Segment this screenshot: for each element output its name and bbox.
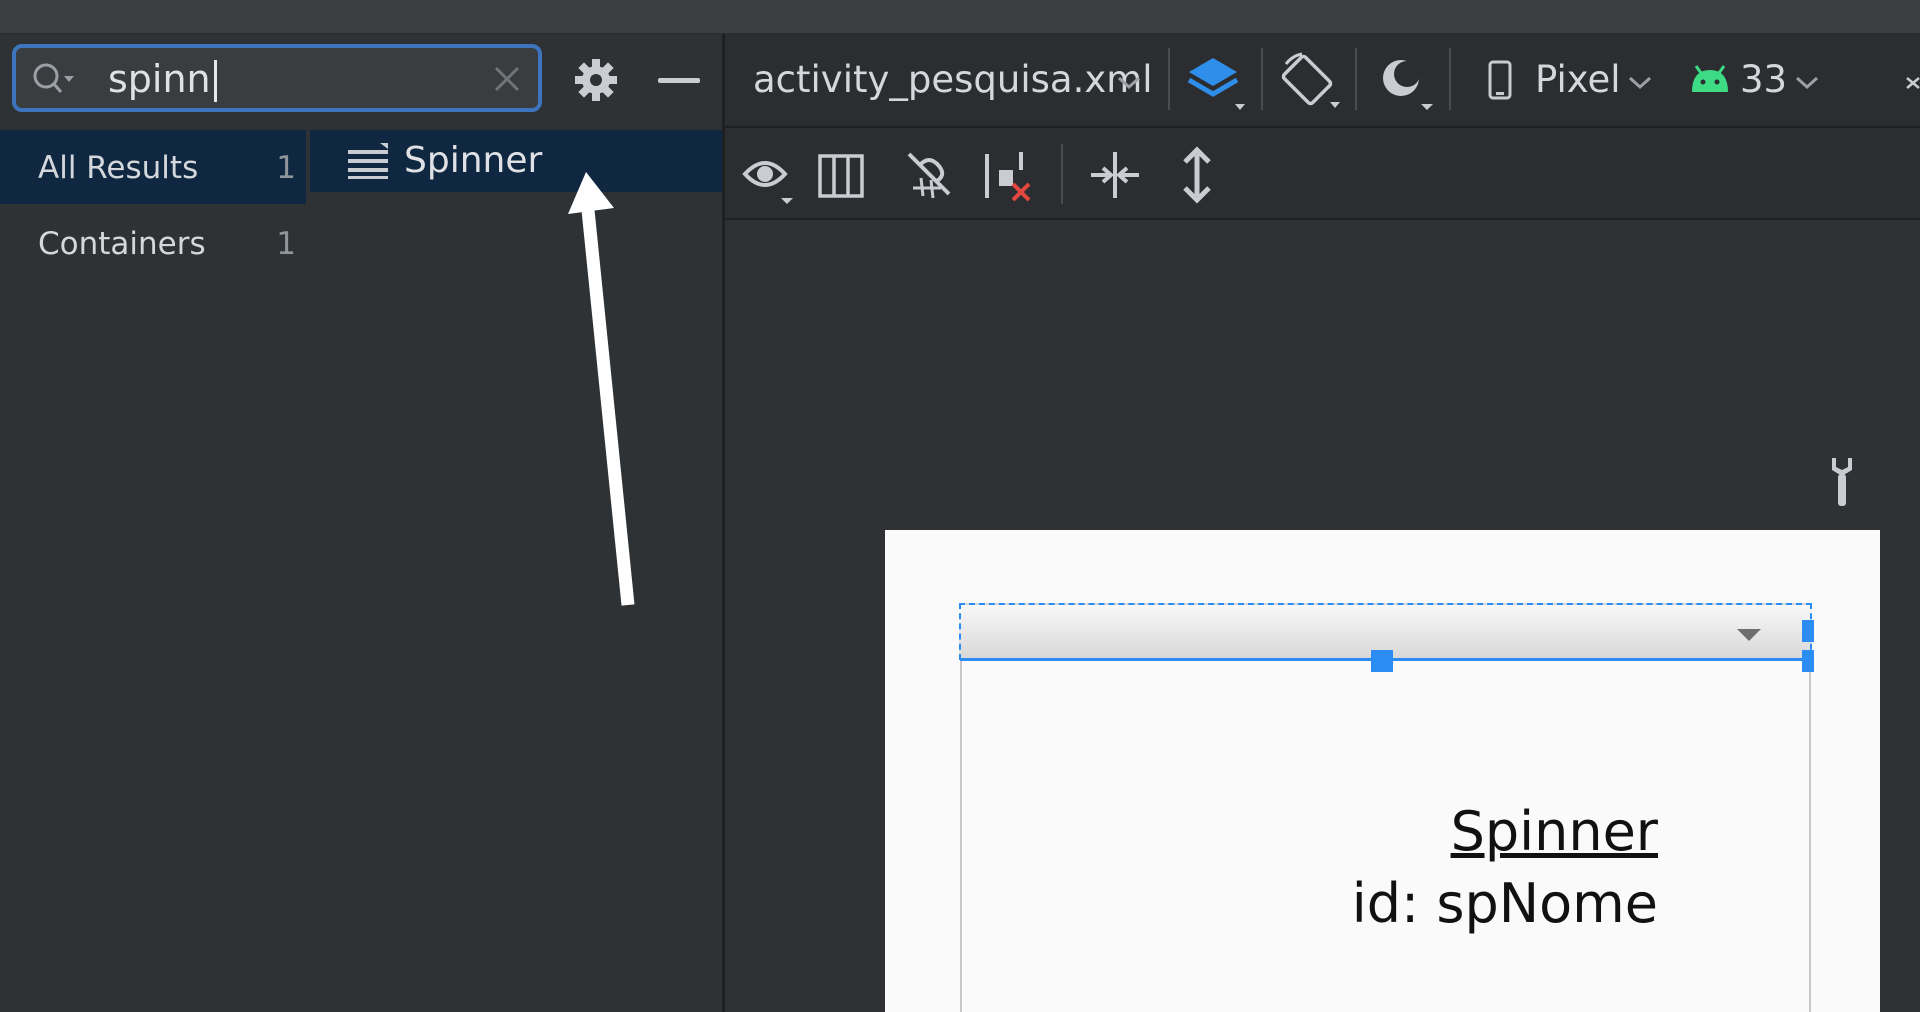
dropdown-arrow-icon [1737, 629, 1761, 641]
toolbar-separator [1168, 48, 1170, 110]
editor-toolbar-top: activity_pesquisa.xml Pixel 33 [725, 34, 1920, 128]
device-icon[interactable] [1487, 60, 1513, 100]
clear-constraints-icon[interactable] [983, 148, 1039, 204]
api-level-dropdown[interactable]: 33 [1740, 58, 1787, 101]
pack-vertical-icon[interactable] [1181, 146, 1213, 204]
file-name-dropdown[interactable]: activity_pesquisa.xml [753, 58, 1153, 101]
resize-handle-corner[interactable] [1802, 650, 1814, 672]
resize-handle-bottom[interactable] [1371, 650, 1393, 672]
theme-icon[interactable] [1377, 54, 1437, 112]
result-item-spinner[interactable]: Spinner [310, 130, 722, 192]
category-all-results[interactable]: All Results 1 [0, 130, 306, 204]
palette-search-box[interactable] [12, 44, 542, 112]
chevron-down-icon[interactable] [1117, 76, 1141, 90]
search-input[interactable] [108, 58, 468, 100]
wrench-icon[interactable] [1822, 454, 1862, 508]
toolbar-separator [1061, 144, 1063, 204]
gear-icon[interactable] [574, 58, 618, 102]
android-icon[interactable] [1688, 64, 1732, 94]
design-surface-icon[interactable] [1187, 54, 1249, 112]
minimize-icon[interactable] [658, 78, 700, 83]
close-icon[interactable] [1905, 74, 1920, 92]
device-dropdown[interactable]: Pixel [1535, 58, 1621, 101]
palette-categories: All Results 1 Containers 1 [0, 130, 306, 1012]
editor-toolbar-bottom [725, 128, 1920, 220]
selected-view-name: Spinner [1450, 800, 1658, 863]
toolbar-separator [1449, 48, 1451, 110]
window-top-strip [0, 0, 1920, 34]
text-caret [214, 60, 217, 102]
guidelines-icon[interactable] [1089, 150, 1141, 200]
category-count: 1 [276, 226, 296, 262]
chevron-down-icon[interactable] [1795, 76, 1819, 90]
category-containers[interactable]: Containers 1 [0, 206, 306, 280]
search-icon[interactable] [32, 62, 76, 96]
chevron-down-icon[interactable] [1628, 76, 1652, 90]
toolbar-separator [1355, 48, 1357, 110]
category-label: Containers [38, 226, 206, 262]
toolbar-separator [1261, 48, 1263, 110]
view-options-icon[interactable] [741, 150, 805, 208]
orientation-icon[interactable] [1280, 52, 1344, 114]
annotation-arrow [568, 172, 635, 606]
category-count: 1 [276, 150, 296, 186]
clear-search-icon[interactable] [490, 62, 524, 96]
palette-results: Spinner [310, 130, 722, 1012]
selected-view-id: id: spNome [1351, 872, 1658, 935]
autoconnect-icon[interactable] [901, 148, 957, 204]
category-label: All Results [38, 150, 199, 186]
blueprint-icon[interactable] [817, 152, 865, 200]
spinner-widget-icon [348, 143, 388, 179]
resize-handle-right[interactable] [1802, 620, 1814, 642]
result-label: Spinner [404, 140, 543, 181]
